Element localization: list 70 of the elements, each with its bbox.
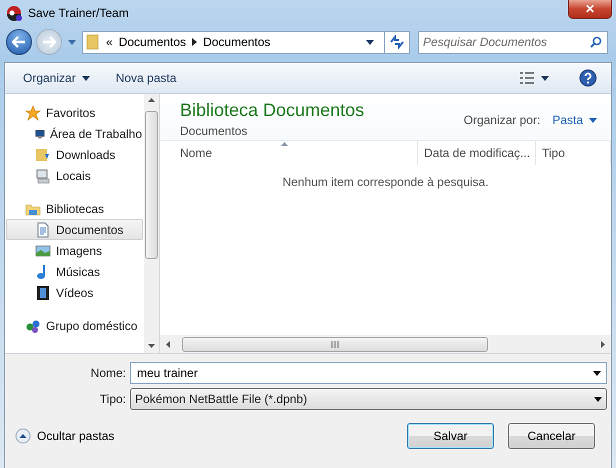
filename-field[interactable]: meu trainer — [130, 362, 607, 384]
back-button[interactable] — [6, 29, 32, 55]
caret-icon — [366, 40, 374, 44]
sort-arrow-icon — [281, 142, 288, 146]
sidebar-item[interactable]: Documentos — [6, 219, 143, 240]
history-dropdown[interactable] — [66, 40, 78, 44]
app-icon — [6, 5, 22, 21]
caret-icon — [82, 76, 90, 80]
type-label: Tipo: — [98, 392, 126, 406]
arrange-dropdown[interactable]: Pasta — [552, 113, 597, 127]
collapse-icon — [15, 428, 31, 444]
library-title: Biblioteca Documentos — [180, 100, 364, 121]
sidebar-item[interactable]: Vídeos — [6, 282, 143, 303]
caret-icon — [594, 396, 602, 402]
new-folder-button[interactable]: Nova pasta — [112, 67, 180, 89]
grip-icon — [331, 340, 339, 348]
breadcrumb[interactable]: Documentos — [118, 35, 186, 49]
organize-button[interactable]: Organizar — [19, 67, 94, 89]
refresh-button[interactable] — [384, 30, 410, 54]
chevron-icon — [192, 38, 198, 46]
window-title: Save Trainer/Team — [28, 6, 130, 20]
search-field[interactable]: Pesquisar Documentos — [418, 30, 608, 54]
cancel-button[interactable]: Cancelar — [508, 423, 595, 449]
caret-icon — [68, 40, 76, 44]
computer-icon — [35, 168, 51, 184]
caret-icon — [541, 76, 549, 80]
back-arrow-icon — [12, 36, 26, 48]
library-subtitle: Documentos — [180, 124, 248, 138]
breadcrumb[interactable]: Documentos — [203, 35, 270, 49]
folder-icon — [86, 34, 100, 50]
arrange-label: Organizar por: — [464, 113, 540, 127]
address-dropdown[interactable] — [364, 40, 376, 44]
save-button[interactable]: Salvar — [407, 423, 494, 449]
empty-message: Nenhum item corresponde à pesquisa. — [282, 175, 489, 189]
homegroup-icon — [25, 318, 41, 334]
overflow-crumb[interactable]: « — [106, 35, 113, 49]
scroll-arrow-icon[interactable] — [148, 98, 155, 102]
vertical-scrollbar[interactable] — [144, 94, 159, 353]
hide-folders-button[interactable]: Ocultar pastas — [15, 428, 114, 444]
sidebar-item[interactable]: Imagens — [6, 240, 143, 261]
horizontal-scrollbar[interactable] — [160, 335, 611, 353]
name-label: Nome: — [90, 366, 126, 380]
sidebar-item[interactable]: Músicas — [6, 261, 143, 282]
sidebar-item[interactable]: Locais — [6, 165, 143, 186]
document-icon — [35, 222, 51, 238]
column-header[interactable]: Data de modificaç... — [418, 141, 536, 165]
scroll-arrow-icon[interactable] — [166, 340, 170, 348]
scroll-arrow-icon[interactable] — [148, 344, 155, 348]
sidebar-item[interactable]: Downloads — [6, 144, 143, 165]
forward-arrow-icon — [42, 36, 56, 48]
column-header[interactable]: Tipo — [536, 141, 611, 165]
scroll-arrow-icon[interactable] — [601, 340, 605, 348]
close-button[interactable]: ✕ — [568, 0, 612, 19]
address-bar[interactable]: « Documentos Documentos — [82, 30, 385, 54]
picture-icon — [35, 242, 51, 258]
sidebar-item[interactable]: Área de Trabalho — [6, 123, 143, 144]
file-type-dropdown[interactable]: Pokémon NetBattle File (*.dpnb) — [130, 388, 607, 410]
column-header[interactable]: Nome — [160, 141, 418, 165]
refresh-icon — [389, 35, 405, 49]
help-icon — [579, 69, 597, 87]
caret-icon — [589, 118, 597, 122]
sidebar-item[interactable]: Favoritos — [6, 102, 143, 123]
star-icon — [25, 104, 41, 120]
search-icon — [590, 36, 602, 48]
sidebar-item[interactable]: Grupo doméstico — [6, 315, 143, 336]
folder-download-icon — [35, 146, 51, 162]
film-icon — [35, 284, 51, 300]
details-view-icon — [519, 71, 535, 85]
sidebar-item[interactable]: Bibliotecas — [6, 198, 143, 219]
caret-icon — [593, 370, 601, 376]
